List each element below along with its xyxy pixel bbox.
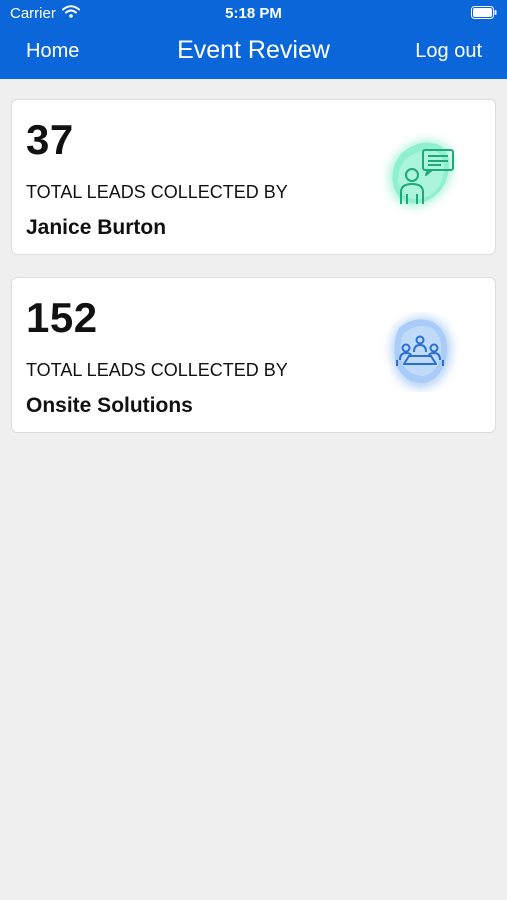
team-meeting-icon (381, 312, 459, 392)
leads-count: 152 (26, 294, 98, 341)
status-time: 5:18 PM (225, 5, 282, 22)
battery-icon (471, 6, 497, 19)
collector-name: Onsite Solutions (26, 394, 193, 417)
collector-name: Janice Burton (26, 216, 167, 239)
top-navigation-bar: Carrier 5:18 PM Home Event Review Log ou… (0, 0, 507, 79)
leads-label: TOTAL LEADS COLLECTED BY (26, 182, 288, 202)
person-chat-icon (381, 134, 459, 214)
leads-label: TOTAL LEADS COLLECTED BY (26, 360, 288, 380)
leads-count: 37 (26, 116, 74, 163)
logout-button[interactable]: Log out (415, 40, 482, 63)
leads-card-onsite[interactable]: 152 TOTAL LEADS COLLECTED BY Onsite Solu… (11, 277, 496, 433)
leads-card-janice[interactable]: 37 TOTAL LEADS COLLECTED BY Janice Burto… (11, 99, 496, 255)
